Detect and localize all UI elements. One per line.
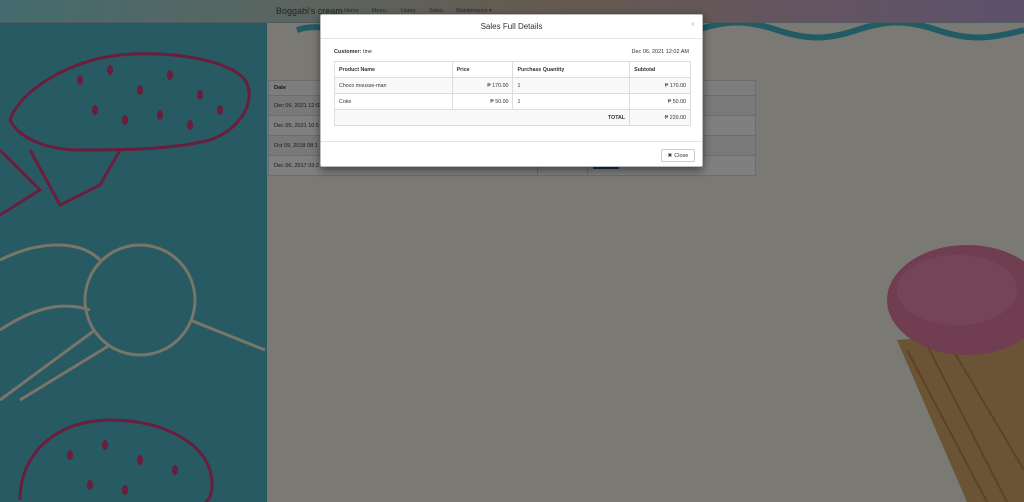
price-cell: ₱ 50.00 — [451, 93, 514, 110]
close-button-label: Close — [674, 152, 689, 159]
modal-title: Sales Full Details — [480, 22, 543, 31]
sales-detail-table: Product Name Price Purchase Quantity Sub… — [333, 61, 691, 126]
total-value: ₱ 220.00 — [629, 109, 691, 126]
subtotal-cell: ₱ 50.00 — [629, 93, 691, 110]
customer-label: Customer: — [334, 49, 362, 55]
modal-header: Sales Full Details × — [321, 15, 702, 39]
product-name-cell: Choco mousse-man — [334, 77, 453, 94]
subtotal-cell: ₱ 170.00 — [629, 77, 691, 94]
column-header-subtotal: Subtotal — [629, 61, 691, 78]
column-header-purchase-quantity: Purchase Quantity — [512, 61, 631, 78]
close-icon[interactable]: × — [690, 20, 695, 29]
close-x-icon: ✖ — [667, 152, 673, 159]
sale-date: Dec 06, 2021 12:02 AM — [631, 49, 689, 55]
sales-details-modal: Sales Full Details × Customer: tine Dec … — [320, 14, 703, 167]
table-row: Coke ₱ 50.00 1 ₱ 50.00 — [334, 93, 691, 110]
quantity-cell: 1 — [512, 77, 631, 94]
customer-info: Customer: tine — [334, 49, 372, 55]
customer-name: tine — [363, 49, 372, 55]
close-button[interactable]: ✖ Close — [661, 149, 695, 162]
table-row: Choco mousse-man ₱ 170.00 1 ₱ 170.00 — [334, 77, 691, 94]
total-label: TOTAL — [333, 109, 631, 126]
modal-body: Customer: tine Dec 06, 2021 12:02 AM Pro… — [321, 39, 702, 141]
modal-footer: ✖ Close — [321, 141, 702, 168]
product-name-cell: Coke — [334, 93, 453, 110]
column-header-product-name: Product Name — [334, 61, 453, 78]
total-row: TOTAL ₱ 220.00 — [333, 109, 691, 126]
price-cell: ₱ 170.00 — [451, 77, 514, 94]
quantity-cell: 1 — [512, 93, 631, 110]
column-header-price: Price — [451, 61, 514, 78]
